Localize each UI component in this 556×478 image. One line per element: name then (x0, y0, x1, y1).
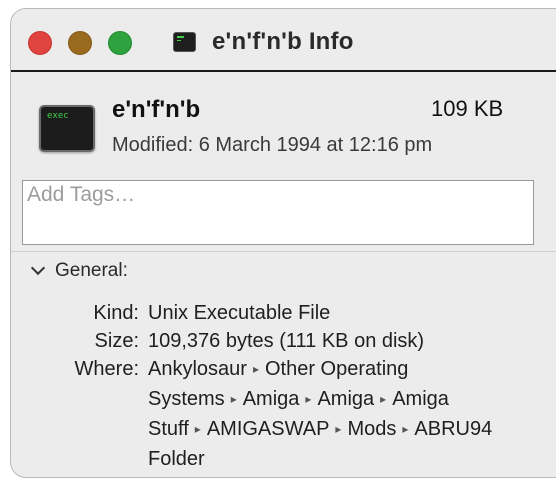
tags-input[interactable] (22, 180, 534, 245)
kind-label: Kind: (93, 302, 139, 324)
title-bar[interactable]: e'n'f'n'b Info (11, 9, 556, 72)
file-size: 109 KB (431, 96, 504, 121)
window-title: e'n'f'n'b Info (212, 28, 354, 55)
modified-date: Modified: 6 March 1994 at 12:16 pm (112, 134, 433, 156)
path-separator-icon: ▸ (402, 422, 409, 436)
kind-value: Unix Executable File (148, 302, 331, 324)
terminal-exec-icon (173, 32, 196, 52)
size-row: Size: 109,376 bytes (111 KB on disk) (11, 327, 551, 355)
general-section-toggle[interactable]: General: (29, 259, 128, 283)
close-button[interactable] (28, 31, 52, 55)
where-path: Ankylosaur ▸ Other Operating Systems ▸ Amiga… (148, 355, 524, 473)
info-window: e'n'f'n'b Info exec e'n'f'n'b 109 KB Mod… (10, 8, 556, 478)
path-separator-icon: ▸ (380, 392, 387, 406)
kind-row: Kind: Unix Executable File (11, 299, 551, 327)
path-segment: AMIGASWAP (206, 418, 330, 440)
section-title-general: General: (55, 260, 128, 281)
path-separator-icon: ▸ (230, 392, 237, 406)
window-title-group: e'n'f'n'b Info (173, 27, 354, 57)
size-label: Size: (94, 330, 139, 352)
general-info-grid: Kind: Unix Executable File Size: 109,376… (11, 299, 551, 473)
path-segment: Ankylosaur (148, 358, 247, 380)
path-segment: Amiga (242, 388, 300, 410)
path-segment: Amiga (317, 388, 375, 410)
where-row: Where: Ankylosaur ▸ Other Operating System… (11, 355, 551, 473)
zoom-button[interactable] (108, 31, 132, 55)
path-separator-icon: ▸ (194, 422, 201, 436)
where-label: Where: (74, 358, 139, 380)
path-segment: Mods (347, 418, 397, 440)
exec-file-icon[interactable]: exec (39, 105, 95, 152)
path-separator-icon: ▸ (305, 392, 312, 406)
chevron-down-icon[interactable] (30, 260, 46, 276)
size-value: 109,376 bytes (111 KB on disk) (148, 330, 425, 352)
file-header: exec e'n'f'n'b 109 KB Modified: 6 March … (11, 72, 556, 248)
file-name: e'n'f'n'b (112, 96, 201, 123)
section-divider (11, 251, 556, 252)
minimize-button[interactable] (68, 31, 92, 55)
file-icon-label: exec (47, 111, 69, 121)
path-separator-icon: ▸ (335, 422, 342, 436)
path-separator-icon: ▸ (252, 362, 259, 376)
